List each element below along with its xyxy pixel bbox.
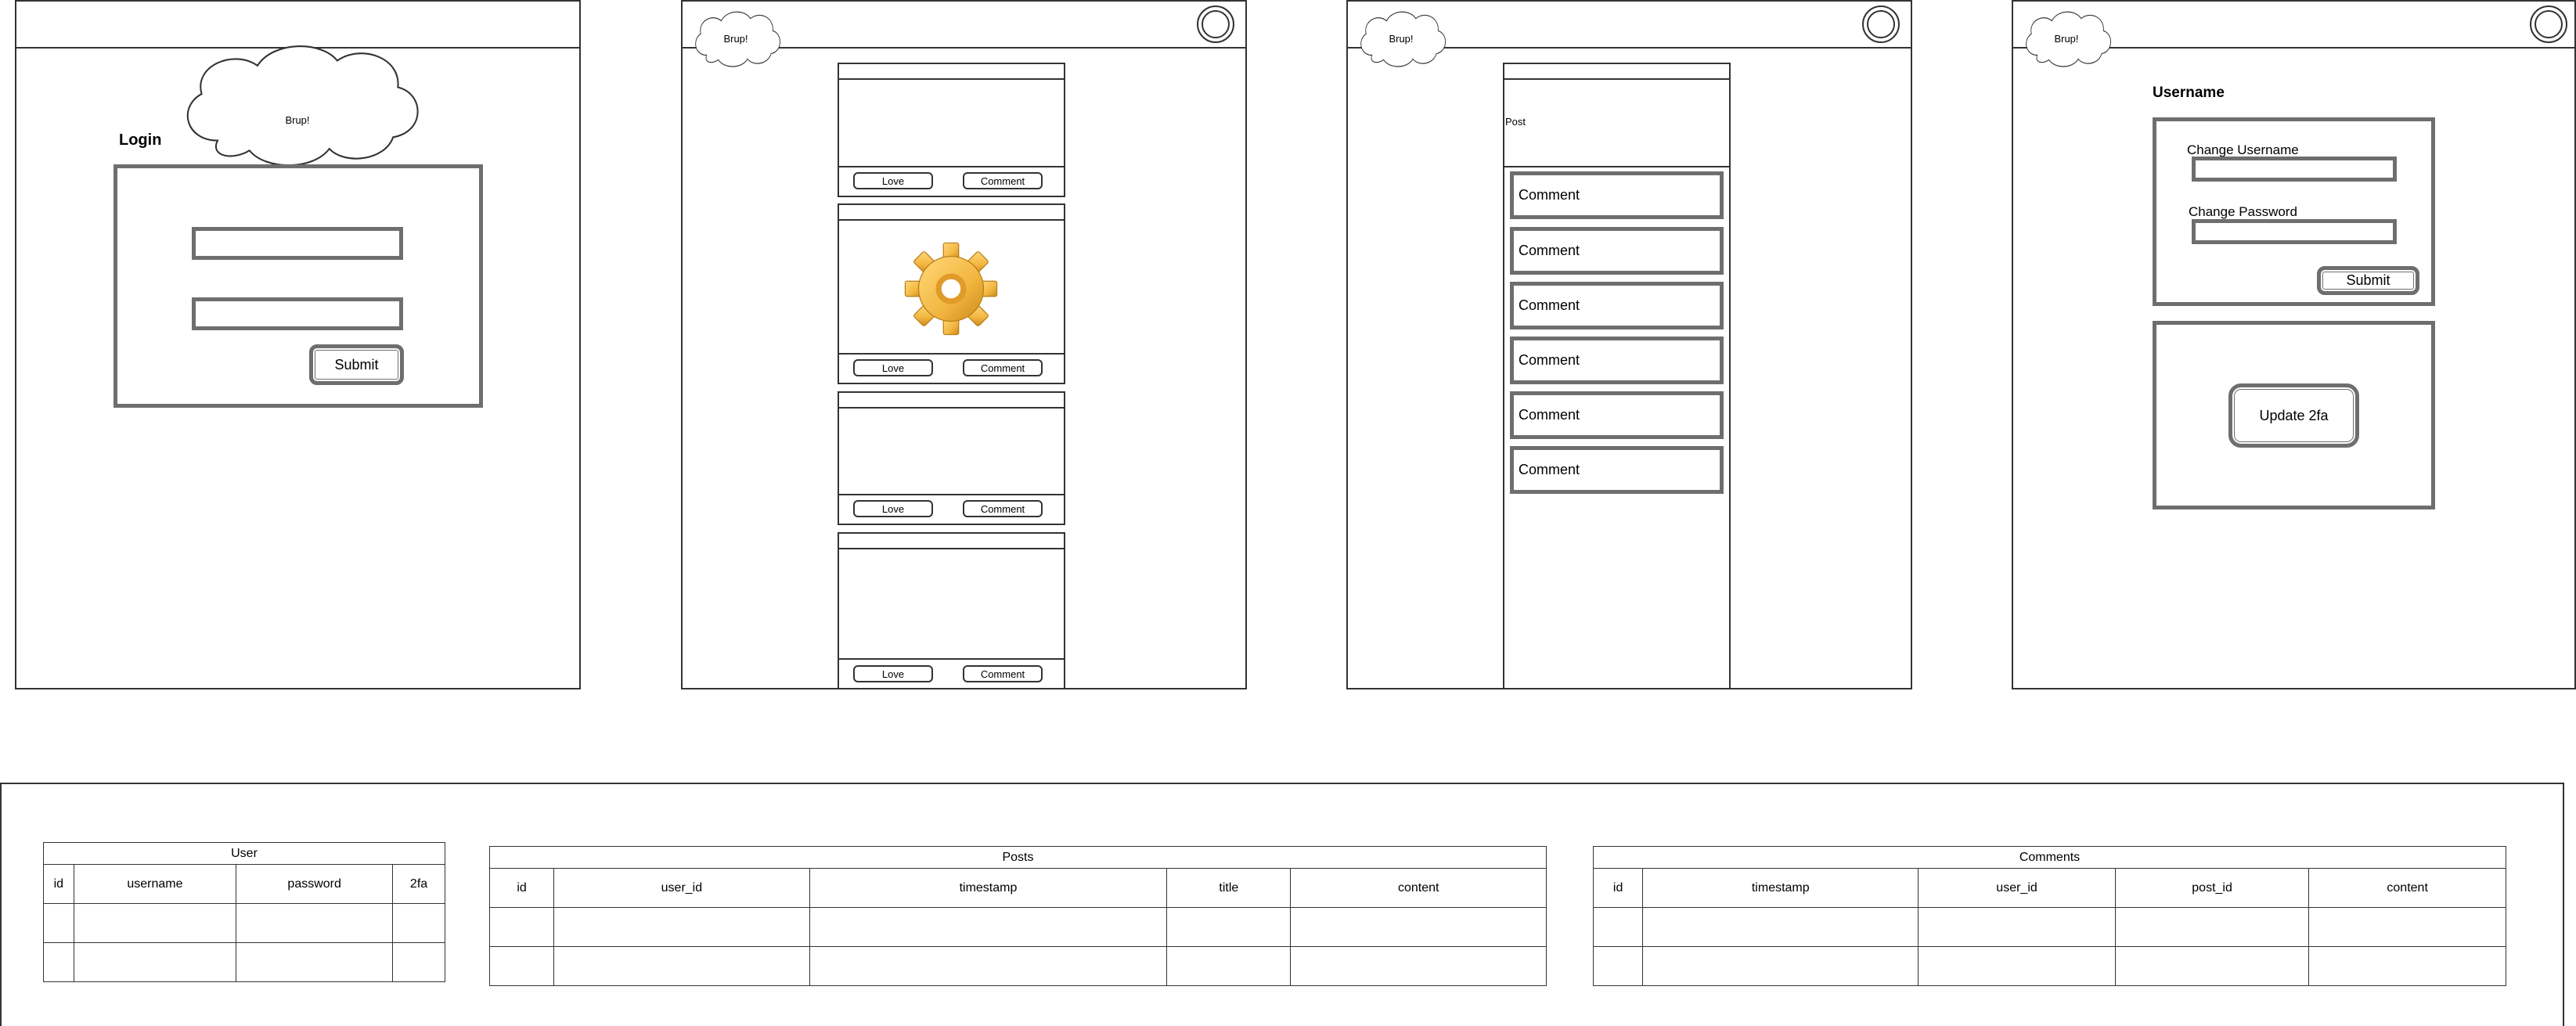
table-row	[43, 942, 445, 982]
posts-table-title: Posts	[489, 846, 1547, 869]
posts-col-content: content	[1290, 868, 1547, 908]
user-col-2fa: 2fa	[392, 864, 445, 904]
feed-post-3-comment-button[interactable]: Comment	[963, 500, 1043, 517]
change-username-label: Change Username	[2187, 142, 2299, 157]
feed-post-3-love-button[interactable]: Love	[853, 500, 933, 517]
comments-table-title: Comments	[1593, 846, 2506, 869]
posts-table: Posts id user_id timestamp title content	[488, 846, 1547, 986]
settings-avatar-icon[interactable]	[2530, 5, 2567, 43]
comments-col-content: content	[2308, 868, 2506, 908]
update-2fa-button[interactable]: Update 2fa	[2228, 383, 2359, 448]
posts-col-user-id: user_id	[553, 868, 810, 908]
posts-col-id: id	[488, 868, 555, 908]
feed-post-1: Love Comment	[838, 63, 1065, 197]
comment-item-4: Comment	[1510, 337, 1724, 384]
comments-col-id: id	[1592, 868, 1644, 908]
posts-col-title: title	[1166, 868, 1292, 908]
feed-post-2: Love Comment	[838, 203, 1065, 384]
feed-avatar-icon[interactable]	[1197, 5, 1234, 43]
change-password-label: Change Password	[2189, 204, 2297, 219]
table-row	[1592, 946, 2506, 986]
user-col-username: username	[73, 864, 237, 904]
post-view-brand-text: Brup!	[1389, 33, 1414, 45]
table-row	[488, 946, 1547, 986]
comments-col-user-id: user_id	[1918, 868, 2116, 908]
login-brand-text: Brup!	[285, 114, 310, 126]
feed-brand-text: Brup!	[723, 33, 748, 45]
comment-item-3: Comment	[1510, 282, 1724, 329]
settings-submit-button[interactable]: Submit	[2317, 266, 2419, 295]
feed-post-4: Love Comment	[838, 532, 1065, 689]
feed-post-1-comment-button[interactable]: Comment	[963, 172, 1043, 189]
login-title: Login	[119, 131, 162, 149]
login-form-panel	[113, 164, 483, 408]
feed-post-4-love-button[interactable]: Love	[853, 665, 933, 682]
change-username-input[interactable]	[2192, 157, 2397, 182]
feed-post-2-love-button[interactable]: Love	[853, 359, 933, 376]
table-row	[1592, 907, 2506, 947]
comments-table: Comments id timestamp user_id post_id co…	[1592, 846, 2506, 986]
change-password-input[interactable]	[2192, 219, 2397, 244]
comments-col-post-id: post_id	[2114, 868, 2310, 908]
comment-item-2: Comment	[1510, 227, 1724, 275]
feed-post-1-love-button[interactable]: Love	[853, 172, 933, 189]
user-col-id: id	[43, 864, 74, 904]
feed-post-4-comment-button[interactable]: Comment	[963, 665, 1043, 682]
comments-col-timestamp: timestamp	[1642, 868, 1919, 908]
post-view-avatar-icon[interactable]	[1862, 5, 1900, 43]
comment-item-1: Comment	[1510, 171, 1724, 219]
post-content-label: Post	[1505, 116, 1526, 128]
user-table: User id username password 2fa	[43, 842, 445, 982]
feed-post-2-comment-button[interactable]: Comment	[963, 359, 1043, 376]
settings-brand-text: Brup!	[2054, 33, 2079, 45]
login-submit-button[interactable]: Submit	[309, 344, 404, 385]
table-row	[43, 903, 445, 943]
settings-username-heading: Username	[2153, 85, 2225, 101]
table-row	[488, 907, 1547, 947]
comment-item-5: Comment	[1510, 391, 1724, 439]
feed-post-3: Love Comment	[838, 391, 1065, 525]
gear-icon	[904, 242, 998, 336]
posts-col-timestamp: timestamp	[809, 868, 1168, 908]
login-brand-cloud	[186, 45, 419, 167]
comment-item-6: Comment	[1510, 446, 1724, 494]
user-table-title: User	[43, 842, 445, 865]
login-username-input[interactable]	[192, 227, 403, 260]
user-col-password: password	[236, 864, 394, 904]
login-password-input[interactable]	[192, 297, 403, 330]
